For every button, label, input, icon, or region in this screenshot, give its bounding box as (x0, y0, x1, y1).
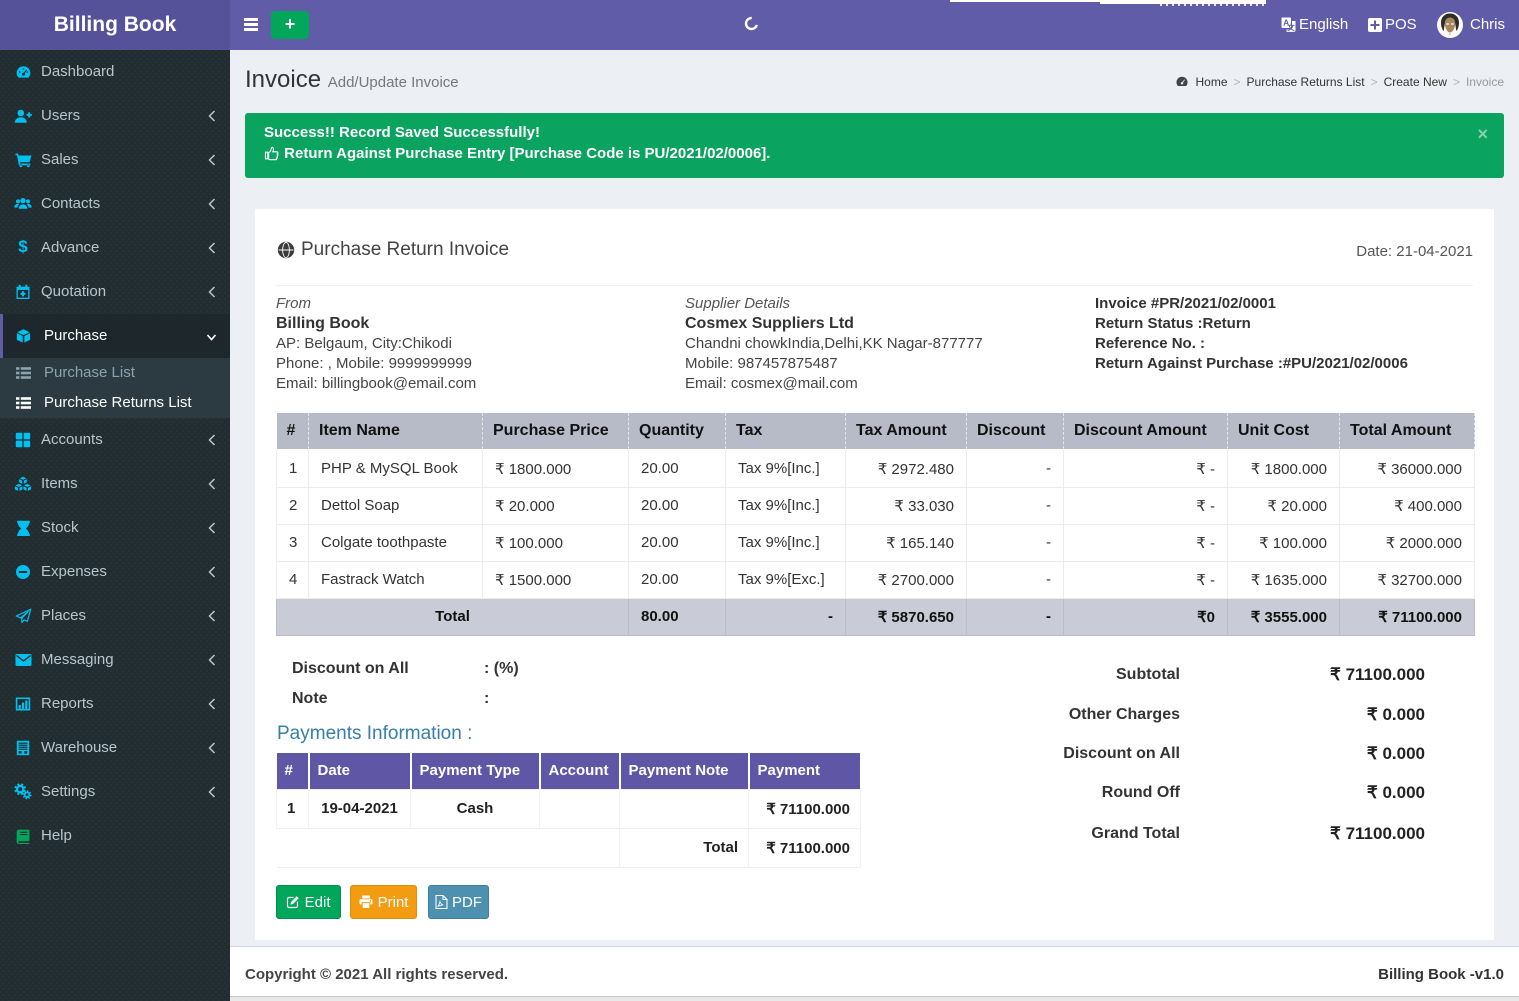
svg-text:文: 文 (1287, 22, 1295, 32)
